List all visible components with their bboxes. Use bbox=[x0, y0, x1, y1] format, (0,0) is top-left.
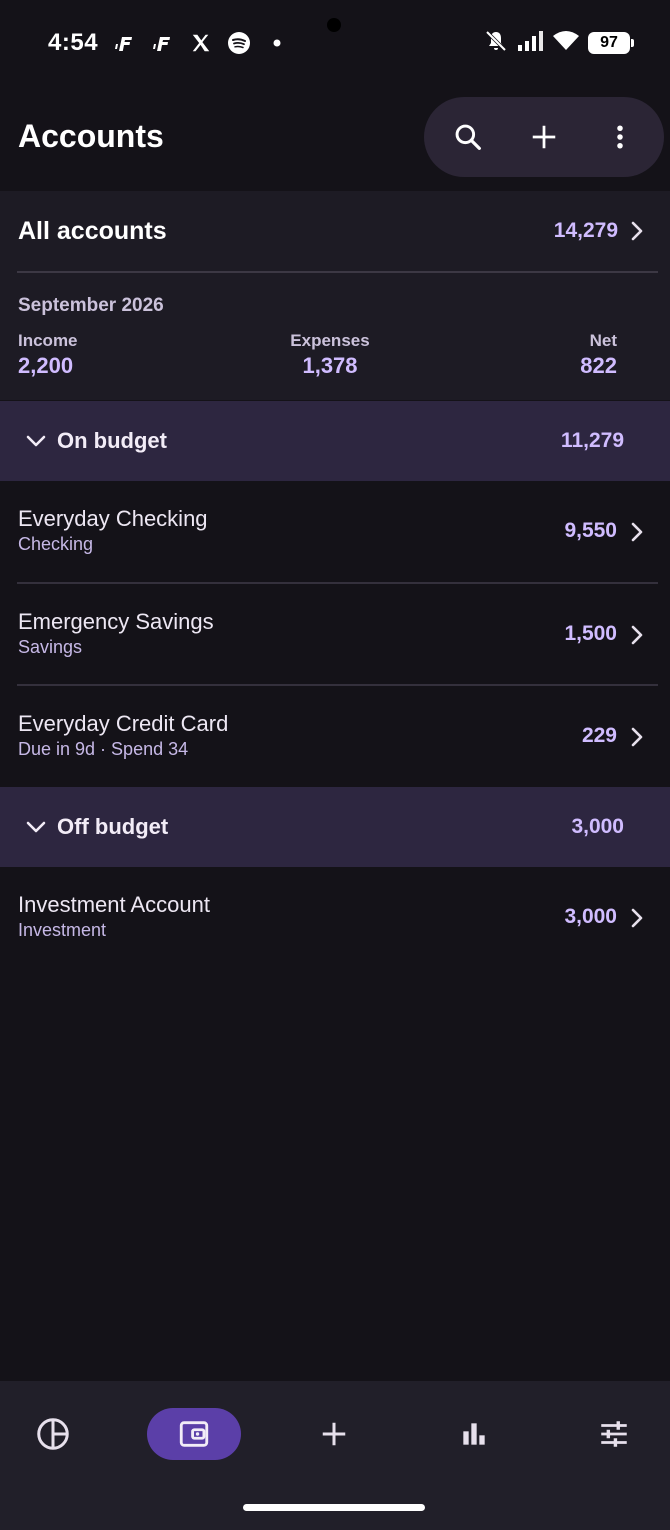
battery-level: 97 bbox=[600, 34, 618, 51]
group-header-on-budget[interactable]: On budget 11,279 bbox=[0, 401, 670, 481]
budget-pie-icon bbox=[37, 1418, 69, 1450]
group-header-off-budget[interactable]: Off budget 3,000 bbox=[0, 787, 670, 867]
summary-card: All accounts 14,279 September 2026 Incom… bbox=[0, 191, 670, 400]
all-accounts-total: 14,279 bbox=[553, 219, 618, 242]
add-account-button[interactable] bbox=[514, 107, 574, 167]
wallet-icon bbox=[179, 1421, 209, 1447]
status-system-icons: 97 bbox=[484, 28, 634, 58]
group-label: Off budget bbox=[57, 814, 169, 839]
status-time: 4:54 bbox=[48, 29, 99, 56]
home-indicator bbox=[243, 1504, 425, 1511]
expenses-stat: Expenses 1,378 bbox=[230, 331, 430, 379]
account-row-everyday-checking[interactable]: Everyday Checking Checking 9,550 bbox=[0, 481, 670, 583]
battery-icon: 97 bbox=[588, 32, 634, 54]
divider bbox=[17, 271, 658, 273]
header-actions bbox=[424, 97, 664, 177]
chevron-down-icon bbox=[26, 821, 46, 833]
status-bar: 4:54 97 bbox=[0, 0, 670, 86]
account-balance: 229 bbox=[581, 724, 617, 747]
expenses-label: Expenses bbox=[290, 331, 370, 350]
income-stat: Income 2,200 bbox=[18, 331, 78, 379]
camera-cutout bbox=[327, 18, 341, 32]
spotify-icon bbox=[226, 30, 252, 56]
search-button[interactable] bbox=[438, 107, 498, 167]
nav-reports[interactable] bbox=[427, 1408, 521, 1460]
chevron-right-icon bbox=[626, 907, 648, 929]
add-icon bbox=[322, 1422, 346, 1446]
chevron-down-icon bbox=[26, 435, 46, 447]
more-vert-icon bbox=[617, 125, 623, 149]
account-name: Everyday Credit Card bbox=[18, 711, 229, 736]
income-value: 2,200 bbox=[18, 353, 74, 378]
account-row-everyday-credit-card[interactable]: Everyday Credit Card Due in 9d · Spend 3… bbox=[0, 686, 670, 788]
month-label: September 2026 bbox=[18, 295, 164, 316]
income-label: Income bbox=[18, 331, 78, 350]
nav-budget[interactable] bbox=[6, 1408, 100, 1460]
account-balance: 9,550 bbox=[564, 519, 617, 542]
bar-chart-icon bbox=[463, 1423, 485, 1445]
dot-icon bbox=[264, 30, 290, 56]
more-options-button[interactable] bbox=[590, 107, 650, 167]
x-icon bbox=[188, 30, 214, 56]
notification-icon bbox=[112, 30, 138, 56]
phone-screen: 4:54 97 Accounts All accounts 14,279 Sep… bbox=[0, 0, 670, 1530]
signal-icon bbox=[516, 29, 544, 58]
chevron-right-icon bbox=[626, 220, 648, 242]
account-type: Checking bbox=[18, 534, 94, 554]
account-row-investment-account[interactable]: Investment Account Investment 3,000 bbox=[0, 867, 670, 969]
account-name: Investment Account bbox=[18, 892, 210, 917]
group-total: 11,279 bbox=[560, 429, 624, 452]
nav-settings[interactable] bbox=[567, 1408, 661, 1460]
chevron-right-icon bbox=[626, 624, 648, 646]
net-value: 822 bbox=[580, 353, 617, 378]
wifi-icon bbox=[552, 29, 580, 58]
net-stat: Net 822 bbox=[580, 331, 617, 379]
chevron-right-icon bbox=[626, 521, 648, 543]
all-accounts-label: All accounts bbox=[18, 217, 167, 245]
account-row-emergency-savings[interactable]: Emergency Savings Savings 1,500 bbox=[0, 584, 670, 686]
account-type: Investment bbox=[18, 920, 107, 940]
chevron-right-icon bbox=[626, 726, 648, 748]
account-due-info: Due in 9d · Spend 34 bbox=[18, 739, 189, 759]
search-icon bbox=[455, 124, 481, 150]
nav-accounts[interactable] bbox=[147, 1408, 241, 1460]
account-balance: 1,500 bbox=[564, 622, 617, 645]
account-balance: 3,000 bbox=[564, 905, 617, 928]
all-accounts-row[interactable]: All accounts 14,279 bbox=[0, 191, 670, 272]
account-type: Savings bbox=[18, 637, 83, 657]
account-name: Emergency Savings bbox=[18, 609, 214, 634]
add-icon bbox=[532, 125, 556, 149]
status-notification-icons bbox=[112, 28, 290, 58]
group-total: 3,000 bbox=[571, 815, 624, 838]
notification-icon bbox=[150, 30, 176, 56]
group-label: On budget bbox=[57, 428, 167, 453]
tune-icon bbox=[601, 1421, 627, 1447]
app-header: Accounts bbox=[0, 96, 670, 180]
account-name: Everyday Checking bbox=[18, 506, 208, 531]
nav-add-transaction[interactable] bbox=[287, 1408, 381, 1460]
net-label: Net bbox=[589, 331, 617, 350]
expenses-value: 1,378 bbox=[302, 353, 358, 378]
bell-off-icon bbox=[484, 29, 508, 58]
page-title: Accounts bbox=[18, 118, 164, 154]
